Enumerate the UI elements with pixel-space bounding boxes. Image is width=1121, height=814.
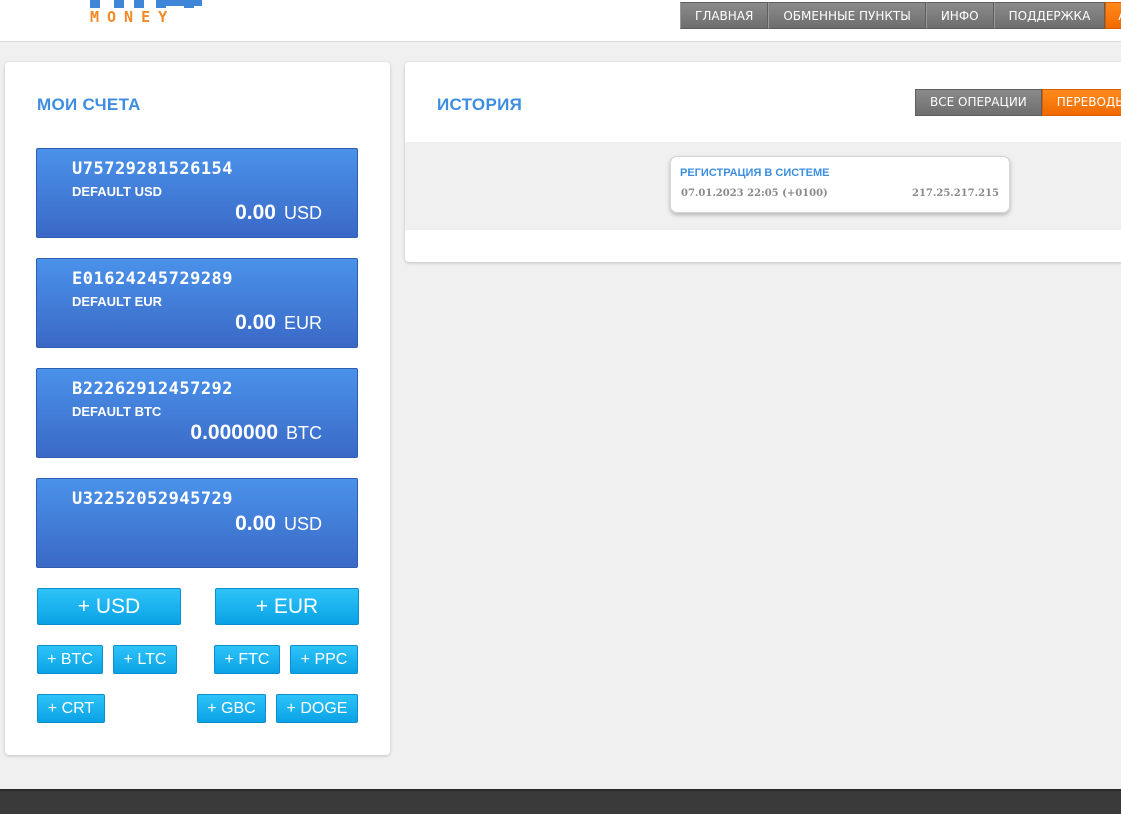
add-gbc-button[interactable]: + GBC	[197, 694, 266, 723]
top-navigation: ГЛАВНАЯ ОБМЕННЫЕ ПУНКТЫ ИНФО ПОДДЕРЖКА А	[680, 2, 1121, 29]
account-number: U32252052945729	[72, 489, 234, 509]
site-logo[interactable]: MONEY	[88, 0, 208, 26]
balance-currency: USD	[283, 514, 322, 534]
nav-account[interactable]: А	[1105, 2, 1121, 29]
account-card-usd-2[interactable]: U32252052945729 0.00 USD	[36, 478, 358, 568]
add-ppc-button[interactable]: + PPC	[290, 645, 358, 674]
logo-mark	[88, 0, 204, 8]
balance-currency: EUR	[283, 313, 322, 333]
add-btc-button[interactable]: + BTC	[37, 645, 103, 674]
account-name: DEFAULT USD	[72, 184, 163, 199]
account-balance: 0.000000 BTC	[190, 421, 322, 445]
account-balance: 0.00 EUR	[235, 311, 322, 335]
nav-home[interactable]: ГЛАВНАЯ	[680, 2, 769, 29]
history-panel: ИСТОРИЯ ВСЕ ОПЕРАЦИИ ПЕРЕВОДЫ РЕГИСТРАЦИ…	[405, 62, 1121, 262]
nav-support[interactable]: ПОДДЕРЖКА	[993, 2, 1106, 29]
add-ftc-button[interactable]: + FTC	[214, 645, 280, 674]
add-usd-button[interactable]: + USD	[37, 588, 181, 625]
balance-amount: 0.000000	[190, 421, 278, 444]
logo-text: MONEY	[90, 8, 176, 26]
account-number: E01624245729289	[72, 269, 234, 289]
history-entry-title: РЕГИСТРАЦИЯ В СИСТЕМЕ	[680, 167, 830, 179]
nav-info[interactable]: ИНФО	[925, 2, 994, 29]
account-card-usd[interactable]: U75729281526154 DEFAULT USD 0.00 USD	[36, 148, 358, 238]
accounts-title: МОИ СЧЕТА	[37, 95, 141, 114]
account-card-btc[interactable]: B22262912457292 DEFAULT BTC 0.000000 BTC	[36, 368, 358, 458]
balance-currency: USD	[283, 203, 322, 223]
add-ltc-button[interactable]: + LTC	[113, 645, 177, 674]
add-doge-button[interactable]: + DOGE	[276, 694, 358, 723]
add-eur-button[interactable]: + EUR	[215, 588, 359, 625]
tab-all-operations[interactable]: ВСЕ ОПЕРАЦИИ	[915, 89, 1042, 116]
account-balance: 0.00 USD	[235, 201, 322, 225]
balance-amount: 0.00	[235, 512, 276, 535]
history-list: РЕГИСТРАЦИЯ В СИСТЕМЕ 07.01.2023 22:05 (…	[405, 142, 1121, 230]
tab-transfers[interactable]: ПЕРЕВОДЫ	[1041, 89, 1121, 116]
history-entry-datetime: 07.01.2023 22:05 (+0100)	[681, 188, 828, 199]
history-title: ИСТОРИЯ	[437, 95, 523, 114]
account-name: DEFAULT BTC	[72, 404, 162, 419]
balance-amount: 0.00	[235, 201, 276, 224]
history-entry-ip: 217.25.217.215	[912, 188, 999, 199]
account-balance: 0.00 USD	[235, 512, 322, 536]
history-filter-tabs: ВСЕ ОПЕРАЦИИ ПЕРЕВОДЫ	[915, 89, 1121, 116]
site-footer	[0, 789, 1121, 814]
account-number: B22262912457292	[72, 379, 234, 399]
account-card-eur[interactable]: E01624245729289 DEFAULT EUR 0.00 EUR	[36, 258, 358, 348]
account-number: U75729281526154	[72, 159, 234, 179]
account-name: DEFAULT EUR	[72, 294, 163, 309]
history-entry[interactable]: РЕГИСТРАЦИЯ В СИСТЕМЕ 07.01.2023 22:05 (…	[670, 156, 1010, 213]
add-crt-button[interactable]: + CRT	[37, 694, 105, 723]
site-header: MONEY ГЛАВНАЯ ОБМЕННЫЕ ПУНКТЫ ИНФО ПОДДЕ…	[0, 0, 1121, 42]
balance-amount: 0.00	[235, 311, 276, 334]
nav-exchange-points[interactable]: ОБМЕННЫЕ ПУНКТЫ	[768, 2, 926, 29]
accounts-panel: МОИ СЧЕТА U75729281526154 DEFAULT USD 0.…	[5, 62, 390, 755]
balance-currency: BTC	[286, 423, 322, 443]
